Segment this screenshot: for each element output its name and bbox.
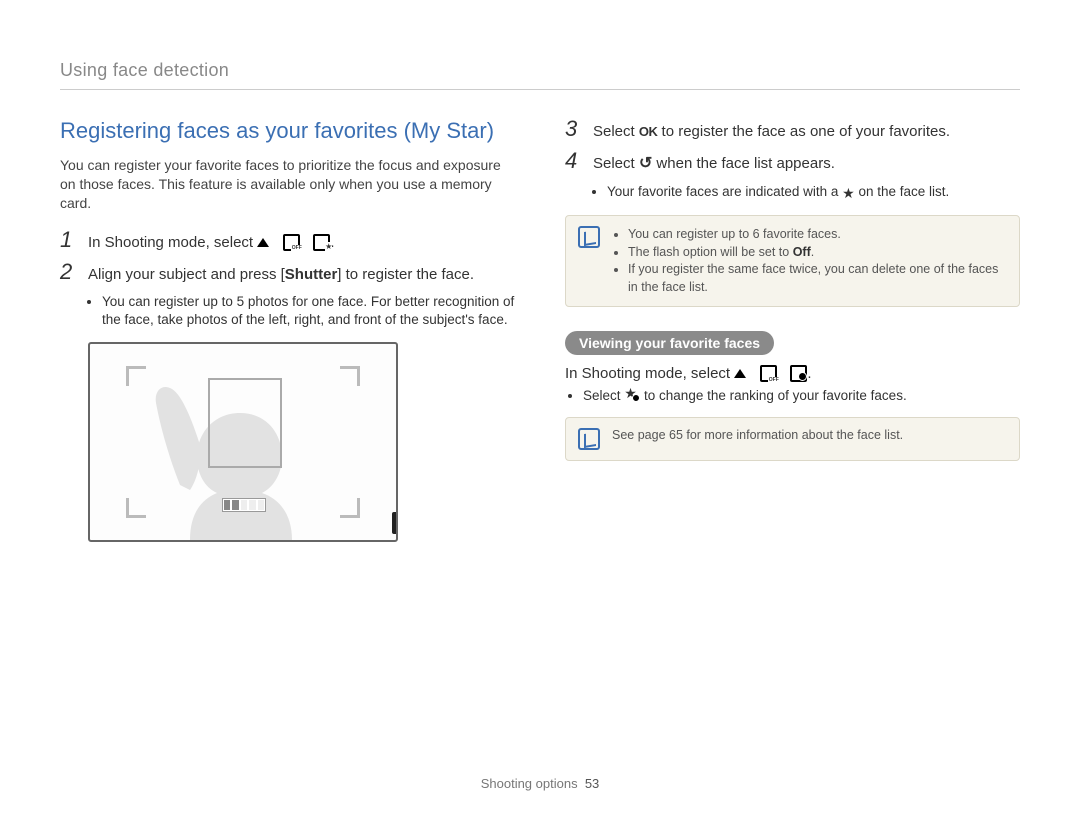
subsection-pill: Viewing your favorite faces <box>565 331 774 355</box>
step-number: 1 <box>60 229 78 251</box>
face-edit-icon <box>789 365 807 381</box>
step4-bullets: Your favorite faces are indicated with a… <box>593 183 1020 203</box>
step-body: Select ↻ when the face list appears. <box>593 153 835 175</box>
step2-bullets: You can register up to 5 photos for one … <box>88 293 515 329</box>
ok-badge: OK <box>392 512 398 534</box>
frame-corner-icon <box>340 498 360 518</box>
note-body: See page 65 for more information about t… <box>612 428 903 450</box>
face-star-icon <box>312 234 330 250</box>
face-off-icon <box>282 234 300 250</box>
step-4: 4 Select ↻ when the face list appears. <box>565 150 1020 175</box>
step-body: Select OK to register the face as one of… <box>593 122 950 142</box>
note-box-1: You can register up to 6 favorite faces.… <box>565 215 1020 307</box>
note-item: You can register up to 6 favorite faces. <box>628 226 1005 244</box>
shutter-label: Shutter <box>285 266 338 283</box>
up-icon <box>734 369 746 378</box>
step-3: 3 Select OK to register the face as one … <box>565 118 1020 142</box>
star-icon <box>842 184 855 203</box>
step1-text: In Shooting mode, select <box>88 234 253 251</box>
step-body: In Shooting mode, select . <box>88 233 334 253</box>
right-column: 3 Select OK to register the face as one … <box>565 118 1020 542</box>
step2-bullet: You can register up to 5 photos for one … <box>102 293 515 329</box>
manual-page: Using face detection Registering faces a… <box>0 0 1080 815</box>
example-photo-frame: OK <box>88 342 398 542</box>
star-edit-icon <box>624 386 640 402</box>
note-icon <box>578 226 600 248</box>
sub-bullets: Select to change the ranking of your fav… <box>569 386 1020 405</box>
progress-indicator <box>222 498 266 512</box>
note-item: The flash option will be set to Off. <box>628 244 1005 262</box>
step-number: 4 <box>565 150 583 172</box>
page-number: 53 <box>585 776 599 791</box>
up-icon <box>257 238 269 247</box>
ok-icon: OK <box>639 124 658 139</box>
sub-bullet: Select to change the ranking of your fav… <box>583 386 1020 405</box>
step-1: 1 In Shooting mode, select . <box>60 229 515 253</box>
step-number: 2 <box>60 261 78 283</box>
page-footer: Shooting options 53 <box>0 776 1080 791</box>
step3-pre: Select <box>593 123 639 140</box>
note-body: You can register up to 6 favorite faces.… <box>612 226 1005 296</box>
step3-post: to register the face as one of your favo… <box>657 123 950 140</box>
note-item: If you register the same face twice, you… <box>628 261 1005 296</box>
step-body: Align your subject and press [Shutter] t… <box>88 265 474 285</box>
note-box-2: See page 65 for more information about t… <box>565 417 1020 461</box>
frame-corner-icon <box>340 366 360 386</box>
note-icon <box>578 428 600 450</box>
back-icon: ↻ <box>639 153 652 175</box>
intro-text: You can register your favorite faces to … <box>60 156 515 213</box>
step4-bullet: Your favorite faces are indicated with a… <box>607 183 1020 203</box>
sub-step: In Shooting mode, select . <box>565 365 1020 382</box>
step4-pre: Select <box>593 155 639 172</box>
step-2: 2 Align your subject and press [Shutter]… <box>60 261 515 285</box>
frame-corner-icon <box>126 498 146 518</box>
page-header: Using face detection <box>60 60 1020 90</box>
focus-box <box>208 378 282 468</box>
section-title: Registering faces as your favorites (My … <box>60 118 515 144</box>
step2-post: ] to register the face. <box>337 266 474 283</box>
footer-label: Shooting options <box>481 776 578 791</box>
step-number: 3 <box>565 118 583 140</box>
note-item: See page 65 for more information about t… <box>612 428 903 442</box>
frame-corner-icon <box>126 366 146 386</box>
face-off-icon <box>759 365 777 381</box>
content-columns: Registering faces as your favorites (My … <box>60 118 1020 542</box>
left-column: Registering faces as your favorites (My … <box>60 118 515 542</box>
step2-pre: Align your subject and press [ <box>88 266 285 283</box>
step4-post: when the face list appears. <box>652 155 835 172</box>
